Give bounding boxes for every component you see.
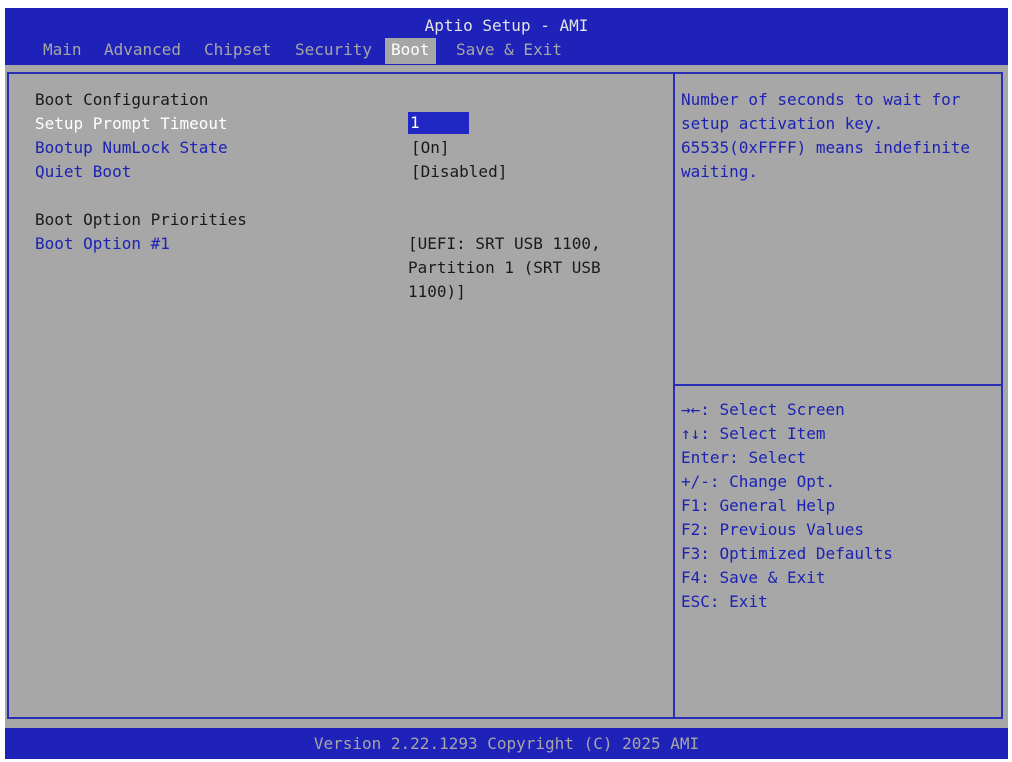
help-line: 65535(0xFFFF) means indefinite [681, 138, 970, 157]
help-line: waiting. [681, 162, 759, 181]
key-legend-item: ↑↓: Select Item [681, 424, 826, 443]
tab-main[interactable]: Main [43, 38, 82, 64]
key-legend-item: Enter: Select [681, 448, 807, 467]
boot-option-priorities-heading: Boot Option Priorities [35, 210, 247, 229]
bios-setup-screen: Aptio Setup - AMI Main Advanced Chipset … [5, 8, 1008, 759]
tab-save-exit[interactable]: Save & Exit [456, 38, 562, 64]
key-legend-item: F4: Save & Exit [681, 568, 826, 587]
key-legend: →←: Select Screen ↑↓: Select Item Enter:… [681, 398, 1001, 614]
boot-configuration-heading: Boot Configuration [35, 90, 209, 109]
key-legend-item: F1: General Help [681, 496, 836, 515]
help-text: Number of seconds to wait for setup acti… [681, 88, 1001, 184]
key-legend-item: F2: Previous Values [681, 520, 865, 539]
boot-option-1-value-line[interactable]: 1100)] [408, 280, 466, 304]
bootup-numlock-state-value[interactable]: [On] [411, 136, 450, 160]
tab-boot[interactable]: Boot [385, 38, 436, 64]
quiet-boot-label[interactable]: Quiet Boot [35, 160, 131, 184]
help-line: Number of seconds to wait for [681, 90, 961, 109]
tab-security[interactable]: Security [295, 38, 372, 64]
key-legend-item: F3: Optimized Defaults [681, 544, 893, 563]
content-frame: Boot Configuration Setup Prompt Timeout … [7, 72, 1003, 719]
key-legend-item: ESC: Exit [681, 592, 768, 611]
arrows-up-down-icon: ↑↓ [681, 424, 701, 443]
setup-prompt-timeout-label[interactable]: Setup Prompt Timeout [35, 112, 228, 136]
panel-divider-vertical [673, 74, 675, 719]
arrows-left-right-icon: →← [681, 400, 701, 419]
boot-option-1-label[interactable]: Boot Option #1 [35, 232, 170, 256]
tab-advanced[interactable]: Advanced [104, 38, 181, 64]
help-line: setup activation key. [681, 114, 884, 133]
version-text: Version 2.22.1293 Copyright (C) 2025 AMI [313, 734, 700, 753]
quiet-boot-value[interactable]: [Disabled] [411, 160, 507, 184]
footer-bar: Version 2.22.1293 Copyright (C) 2025 AMI [5, 728, 1008, 759]
boot-option-1-value-line[interactable]: [UEFI: SRT USB 1100, [408, 232, 601, 256]
bootup-numlock-state-label[interactable]: Bootup NumLock State [35, 136, 228, 160]
panel-divider-horizontal [675, 384, 1001, 386]
tab-chipset[interactable]: Chipset [204, 38, 271, 64]
key-legend-item: +/-: Change Opt. [681, 472, 836, 491]
setup-title: Aptio Setup - AMI [424, 16, 589, 35]
key-legend-item: →←: Select Screen [681, 400, 845, 419]
boot-option-1-value-line[interactable]: Partition 1 (SRT USB [408, 256, 601, 280]
setup-prompt-timeout-input[interactable]: 1 [408, 112, 469, 134]
title-bar: Aptio Setup - AMI Main Advanced Chipset … [5, 8, 1008, 65]
